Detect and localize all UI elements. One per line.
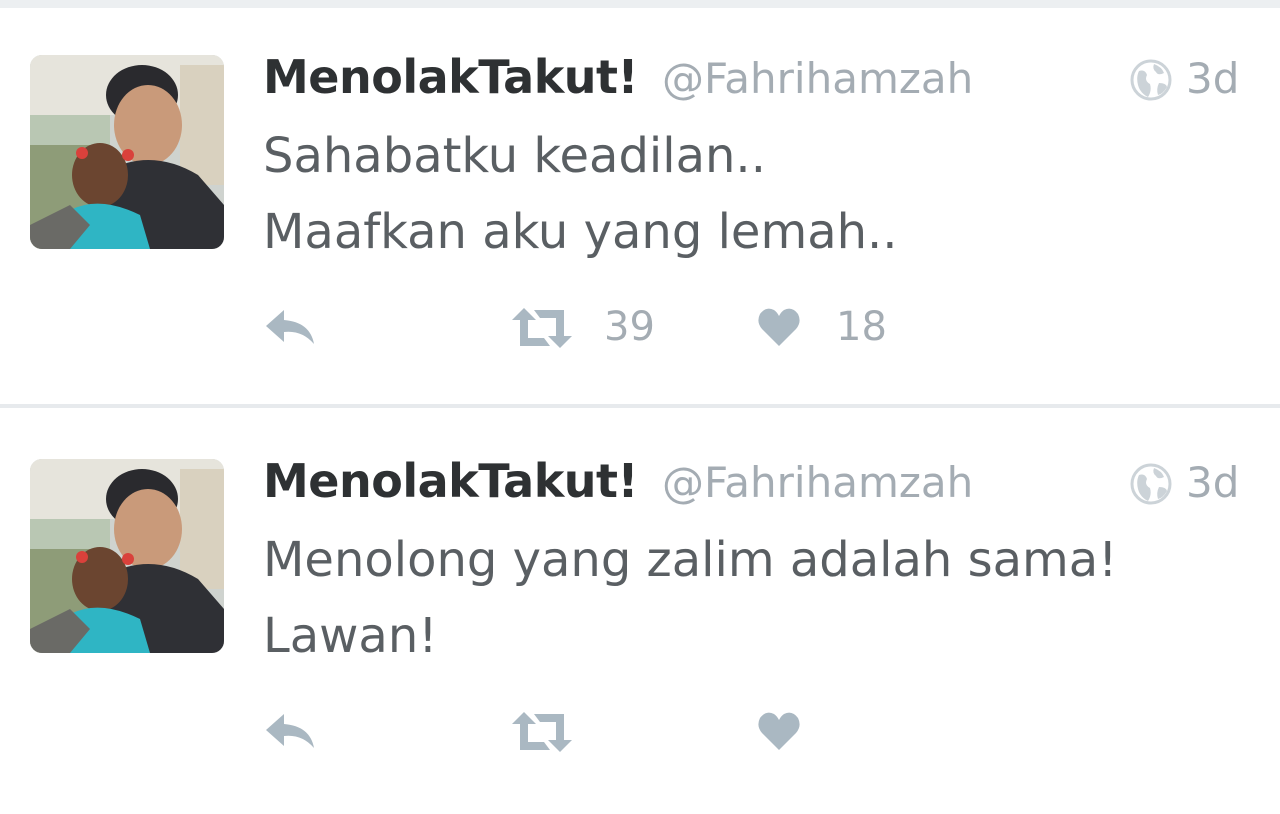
retweet-icon[interactable] (508, 302, 576, 354)
user-handle[interactable]: @Fahrihamzah (662, 54, 973, 103)
globe-icon (1130, 463, 1172, 505)
retweet-count: 39 (604, 304, 655, 350)
tweet-text-line: Lawan! (263, 608, 438, 664)
tweet-divider (0, 404, 1280, 408)
avatar[interactable] (30, 459, 224, 653)
heart-icon[interactable] (756, 302, 802, 354)
top-divider (0, 0, 1280, 8)
timestamp[interactable]: 3d (1186, 458, 1239, 507)
display-name[interactable]: MenolakTakut! (263, 454, 639, 508)
retweet-icon[interactable] (508, 706, 576, 758)
tweet-text-line: Sahabatku keadilan.. (263, 128, 766, 184)
reply-icon[interactable] (262, 706, 318, 758)
tweet-text-line: Maafkan aku yang lemah.. (263, 204, 898, 260)
display-name[interactable]: MenolakTakut! (263, 50, 639, 104)
timestamp[interactable]: 3d (1186, 54, 1239, 103)
tweet[interactable]: MenolakTakut! @Fahrihamzah 3d Menolong y… (0, 414, 1280, 814)
reply-icon[interactable] (262, 302, 318, 354)
tweet-text-line: Menolong yang zalim adalah sama! (263, 532, 1118, 588)
heart-icon[interactable] (756, 706, 802, 758)
globe-icon (1130, 59, 1172, 101)
like-count: 18 (836, 304, 887, 350)
user-handle[interactable]: @Fahrihamzah (662, 458, 973, 507)
avatar[interactable] (30, 55, 224, 249)
tweet[interactable]: MenolakTakut! @Fahrihamzah 3d Sahabatku … (0, 10, 1280, 410)
